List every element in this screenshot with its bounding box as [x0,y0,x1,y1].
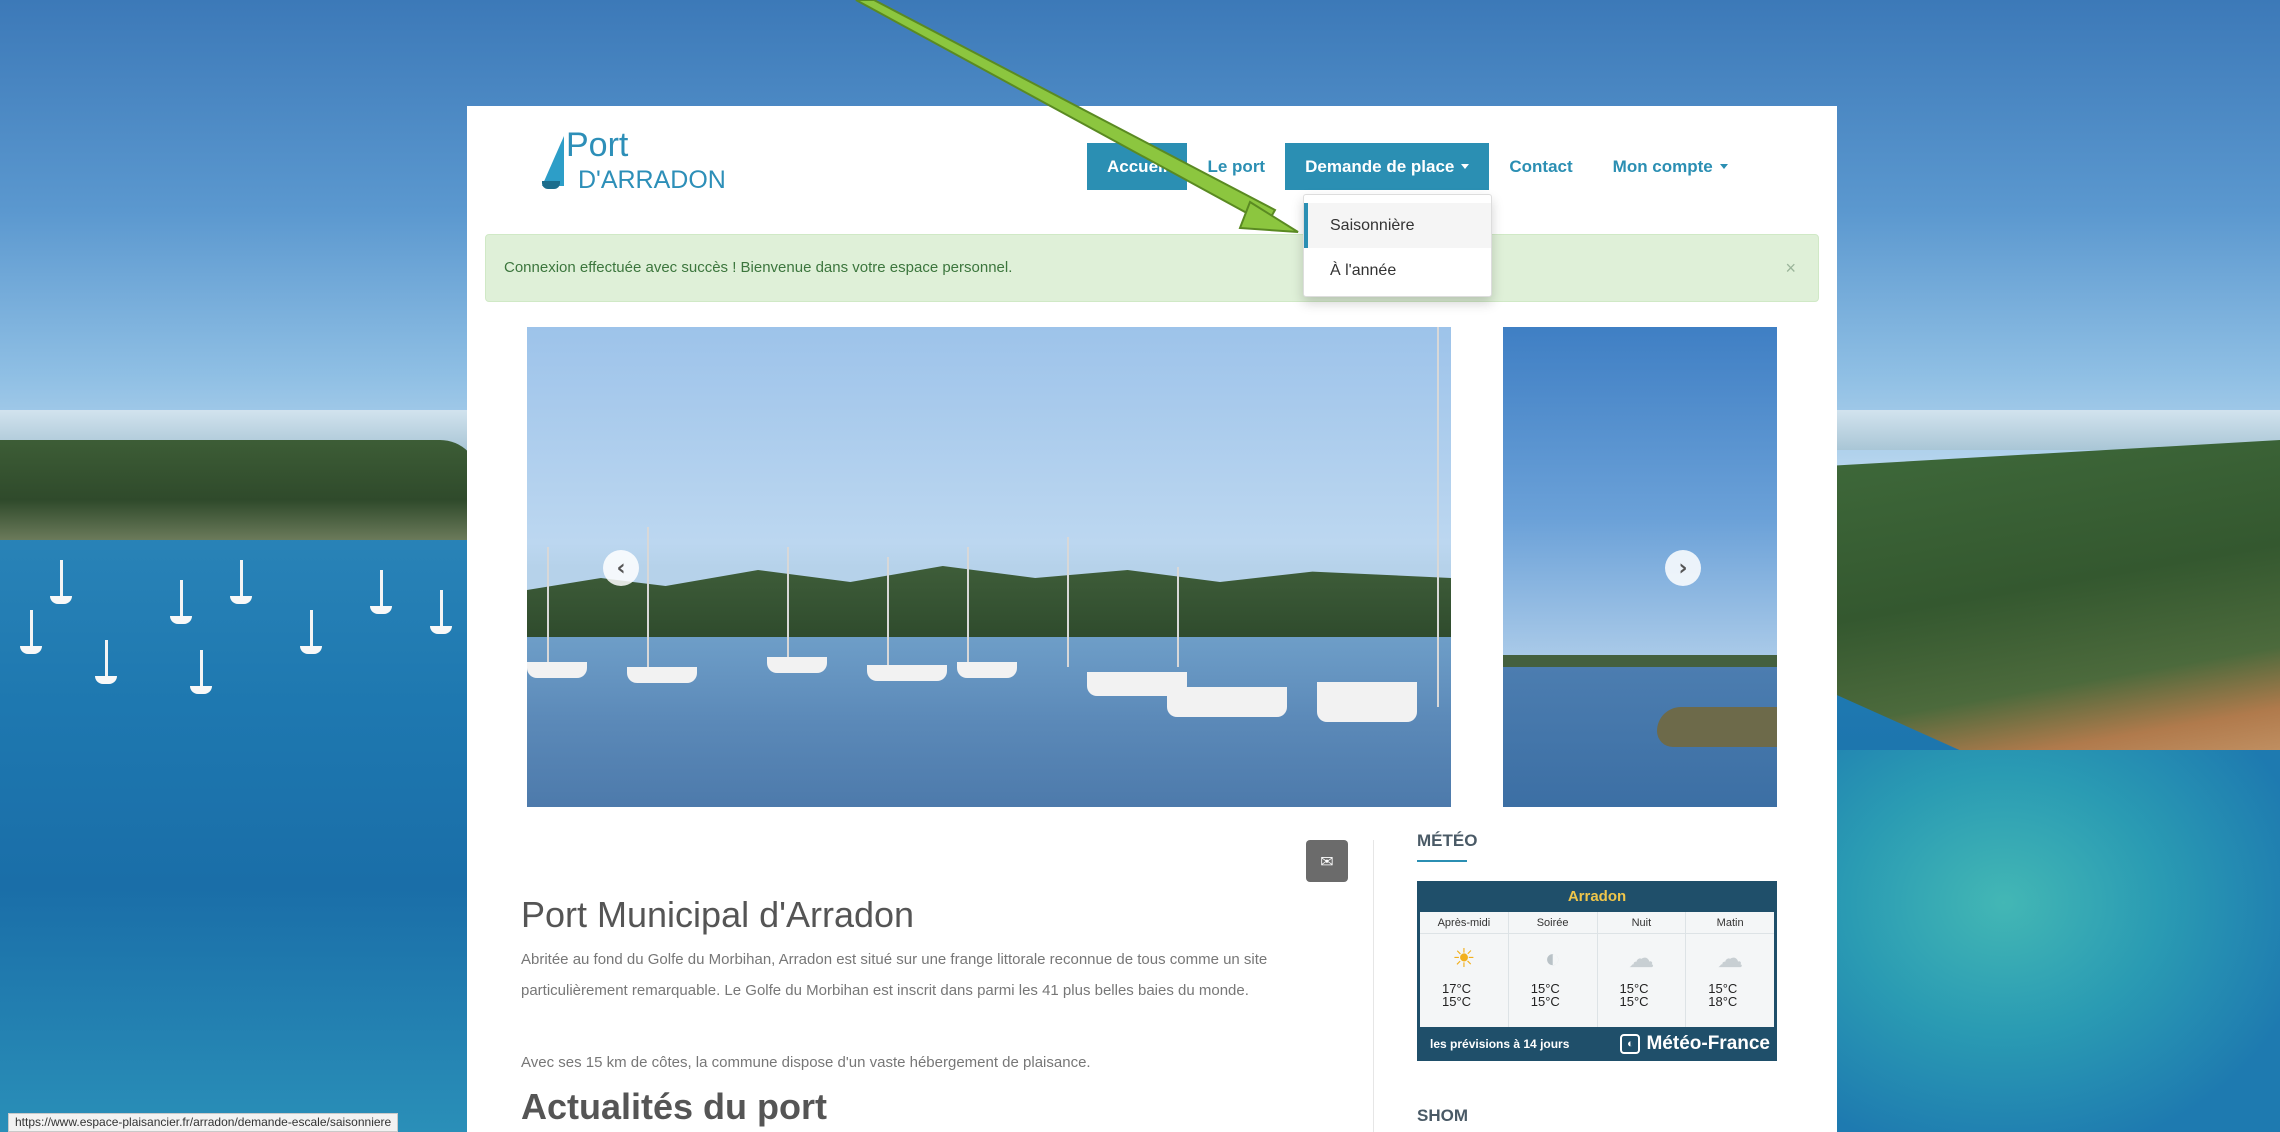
meteo-france-label: Météo-France [1646,1032,1770,1054]
partly-cloudy-icon: ◐ [1544,942,1561,973]
nav-mon-compte[interactable]: Mon compte [1593,143,1748,190]
close-icon[interactable]: × [1785,235,1796,301]
meteo-period: Soirée [1508,912,1597,934]
chevron-down-icon [1719,164,1728,169]
meteo-temp-min: 15°C [1442,994,1472,1009]
meteo-temp-min: 18°C [1708,994,1738,1009]
nav-demande-de-place[interactable]: Demande de place [1285,143,1490,190]
forecast-14-days-link[interactable]: les prévisions à 14 jours [1430,1037,1569,1051]
carousel-prev-icon[interactable]: ‹ [603,550,639,586]
logo-text-port: Port [566,126,629,164]
meteo-period: Nuit [1597,912,1686,934]
page-title: Port Municipal d'Arradon [521,894,915,935]
dropdown-item-a-l-annee[interactable]: À l'année [1304,248,1491,293]
logo-text-name: D'ARRADON [578,166,726,194]
chevron-down-icon [1461,164,1470,169]
email-share-icon[interactable]: ✉ [1306,840,1348,882]
sail-icon [542,136,564,186]
meteo-period: Après-midi [1420,912,1508,934]
meteo-column: Après-midi ☀ 17°C 15°C [1420,912,1509,1027]
carousel-next-icon[interactable]: › [1665,550,1701,586]
sun-icon: ☀ [1452,942,1476,973]
meteo-heading: MÉTÉO [1417,831,1478,850]
alert-message: Connexion effectuée avec succès ! Bienve… [504,259,1013,276]
shom-heading: SHOM [1417,1106,1468,1125]
site-logo[interactable]: Port D'ARRADON [542,126,762,196]
demande-dropdown-menu: Saisonnière À l'année [1303,194,1492,297]
cloud-icon: ☁ [1628,942,1655,973]
nav-contact[interactable]: Contact [1489,143,1592,190]
cloud-icon: ☁ [1717,942,1744,973]
nav-le-port[interactable]: Le port [1187,143,1285,190]
meteo-column: Soirée ◐ 15°C 15°C [1508,912,1598,1027]
meteo-temp-min: 15°C [1619,994,1649,1009]
intro-paragraph-2: Avec ses 15 km de côtes, la commune disp… [521,1054,1091,1071]
success-alert: Connexion effectuée avec succès ! Bienve… [485,234,1819,302]
carousel-slide-main [527,327,1451,807]
main-nav: Accueil Le port Demande de place Contact… [1087,143,1748,190]
meteo-column: Matin ☁ 15°C 18°C [1686,912,1774,1027]
meteo-widget[interactable]: Arradon Après-midi ☀ 17°C 15°C Soirée ◐ 1… [1417,881,1777,1061]
meteo-column: Nuit ☁ 15°C 15°C [1597,912,1687,1027]
meteo-location: Arradon [1567,888,1627,905]
dropdown-item-saisonniere[interactable]: Saisonnière [1304,203,1491,248]
browser-status-url: https://www.espace-plaisancier.fr/arrado… [8,1113,399,1132]
meteo-temp-min: 15°C [1530,994,1560,1009]
meteo-france-icon: ◐ [1620,1033,1641,1054]
nav-home[interactable]: Accueil [1087,143,1188,190]
carousel-slide-side [1503,327,1777,807]
page-container: Port D'ARRADON Accueil Le port Demande d… [467,106,1837,1132]
news-title: Actualités du port [521,1086,828,1127]
meteo-heading-underline [1417,860,1467,862]
intro-paragraph: Abritée au fond du Golfe du Morbihan, Ar… [521,951,1268,999]
meteo-france-logo[interactable]: ◐ Météo-France [1620,1033,1770,1055]
sidebar-divider [1373,840,1374,1132]
meteo-period: Matin [1686,912,1774,934]
